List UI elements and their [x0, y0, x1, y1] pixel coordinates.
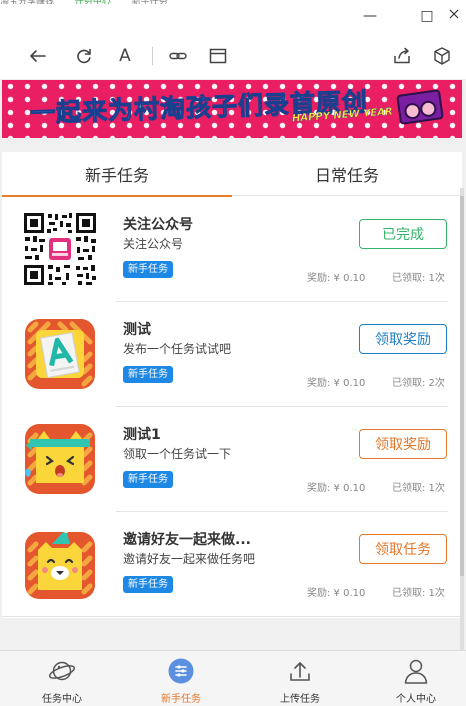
promo-banner[interactable]: 一起来为村淘孩子们录首原创 HAPPY NEW YEAR — [2, 80, 462, 138]
task-reward: 奖励: ¥ 0.10 — [307, 273, 366, 284]
list-icon — [168, 658, 194, 684]
bottom-nav: 任务中心 新手任务 上传任务 个人中心 — [0, 650, 466, 706]
back-arrow-icon — [30, 50, 46, 62]
back-button[interactable] — [26, 44, 50, 68]
refresh-icon — [77, 48, 91, 64]
claim-reward-button[interactable]: 领取奖励 — [359, 429, 447, 459]
task-description: 关注公众号 — [123, 237, 184, 251]
task-claimed-count: 已领取: 2次 — [392, 378, 445, 389]
font-size-button[interactable]: A — [113, 44, 137, 68]
background-tab[interactable]: 淘宝分享赚钱 — [0, 0, 54, 4]
nav-item-task-center[interactable]: 任务中心 — [4, 651, 120, 706]
task-title: 测试1 — [123, 427, 161, 443]
nav-label: 上传任务 — [280, 694, 320, 705]
task-badge: 新手任务 — [123, 471, 173, 488]
background-tab-strip: 淘宝分享赚钱 任务中心 新手任务 — [0, 0, 290, 4]
task-reward: 奖励: ¥ 0.10 — [307, 588, 366, 599]
claim-reward-button[interactable]: 领取奖励 — [359, 324, 447, 354]
task-tabs: 新手任务 日常任务 — [2, 152, 462, 197]
cat-party-hat-icon — [25, 527, 95, 599]
task-item[interactable]: 关注公众号 关注公众号 新手任务 奖励: ¥ 0.10 已领取: 1次 已完成 — [2, 197, 462, 302]
row-divider — [2, 616, 462, 617]
qrcode-icon — [22, 211, 98, 287]
close-icon — [449, 9, 459, 19]
nav-label: 新手任务 — [161, 694, 201, 705]
nav-item-profile[interactable]: 个人中心 — [358, 651, 466, 706]
refresh-button[interactable] — [72, 44, 96, 68]
background-tab[interactable]: 新手任务 — [132, 0, 168, 4]
completed-button[interactable]: 已完成 — [359, 219, 447, 249]
user-icon — [404, 659, 428, 684]
scrollbar[interactable] — [460, 188, 464, 650]
window-button[interactable] — [206, 44, 230, 68]
task-badge: 新手任务 — [123, 576, 173, 593]
tab-daily-tasks[interactable]: 日常任务 — [232, 152, 462, 196]
upload-icon — [290, 662, 310, 681]
tab-newbie-tasks[interactable]: 新手任务 — [2, 152, 232, 197]
window-titlebar: 淘宝分享赚钱 任务中心 新手任务 — □ — [0, 0, 466, 32]
share-icon — [394, 47, 410, 64]
task-item[interactable]: 邀请好友一起来做... 邀请好友一起来做任务吧 新手任务 奖励: ¥ 0.10 … — [2, 512, 462, 617]
maximize-button[interactable]: □ — [413, 6, 441, 26]
share-button[interactable] — [390, 44, 414, 68]
link-button[interactable] — [166, 44, 190, 68]
task-item[interactable]: 测试 发布一个任务试试吧 新手任务 奖励: ¥ 0.10 已领取: 2次 领取奖… — [2, 302, 462, 407]
browser-toolbar: A — [0, 32, 466, 80]
task-claimed-count: 已领取: 1次 — [392, 588, 445, 599]
task-description: 发布一个任务试试吧 — [123, 342, 232, 356]
nav-label: 个人中心 — [396, 694, 436, 705]
page-content[interactable]: 一起来为村淘孩子们录首原创 HAPPY NEW YEAR 新手任务 日常任务 关… — [0, 80, 466, 650]
task-badge: 新手任务 — [123, 366, 173, 383]
task-claimed-count: 已领取: 1次 — [392, 483, 445, 494]
cube-icon — [434, 47, 450, 65]
background-tab[interactable]: 任务中心 — [75, 0, 111, 4]
task-title: 邀请好友一起来做... — [123, 532, 251, 548]
close-button[interactable] — [440, 4, 466, 24]
task-title: 关注公众号 — [123, 217, 193, 233]
planet-icon — [48, 661, 76, 681]
document-a-icon — [25, 319, 95, 389]
window-icon — [209, 48, 227, 64]
link-icon — [169, 52, 187, 60]
claim-task-button[interactable]: 领取任务 — [359, 534, 447, 564]
task-description: 邀请好友一起来做任务吧 — [123, 552, 256, 566]
task-title: 测试 — [123, 322, 151, 338]
task-description: 领取一个任务试一下 — [123, 447, 232, 461]
toolbar-divider — [152, 47, 153, 65]
task-panel: 新手任务 日常任务 关注公众号 关注公众号 新手任务 奖励: ¥ 0.10 已领… — [2, 152, 462, 618]
scrollbar-thumb[interactable] — [460, 196, 464, 576]
task-reward: 奖励: ¥ 0.10 — [307, 378, 366, 389]
task-badge: 新手任务 — [123, 261, 173, 278]
cat-headband-icon — [25, 424, 95, 494]
cube-button[interactable] — [430, 44, 454, 68]
task-reward: 奖励: ¥ 0.10 — [307, 483, 366, 494]
nav-item-upload-task[interactable]: 上传任务 — [242, 651, 358, 706]
task-item[interactable]: 测试1 领取一个任务试一下 新手任务 奖励: ¥ 0.10 已领取: 1次 领取… — [2, 407, 462, 512]
minimize-button[interactable]: — — [356, 6, 384, 26]
task-claimed-count: 已领取: 1次 — [392, 273, 445, 284]
nav-item-newbie-tasks[interactable]: 新手任务 — [123, 651, 239, 706]
radio-icon — [396, 89, 444, 125]
nav-label: 任务中心 — [42, 694, 82, 705]
